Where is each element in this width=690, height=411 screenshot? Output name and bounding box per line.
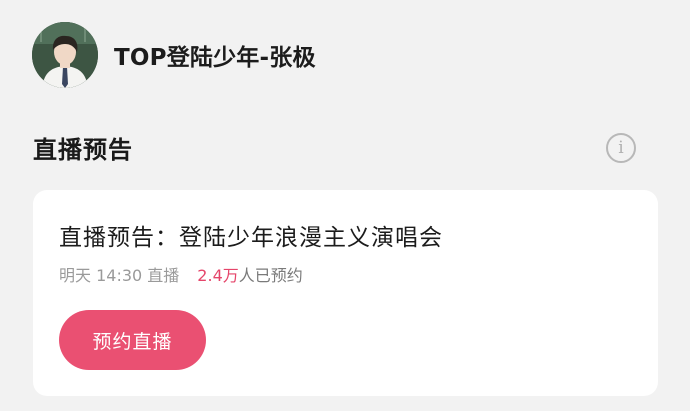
section-title: 直播预告	[33, 136, 133, 164]
live-preview-card[interactable]: 直播预告：登陆少年浪漫主义演唱会 明天 14:30 直播 2.4万人已预约 预约直…	[33, 190, 658, 396]
info-icon-glyph: i	[618, 137, 624, 158]
account-header[interactable]: TOP登陆少年-张极	[32, 20, 316, 90]
live-preview-meta: 明天 14:30 直播 2.4万人已预约	[59, 262, 303, 286]
avatar-image	[32, 22, 98, 88]
live-preview-title: 直播预告：登陆少年浪漫主义演唱会	[59, 225, 443, 251]
account-name[interactable]: TOP登陆少年-张极	[114, 38, 316, 72]
live-schedule: 明天 14:30 直播	[59, 266, 180, 285]
info-icon[interactable]: i	[606, 133, 636, 163]
avatar[interactable]	[32, 22, 98, 88]
reservation-suffix: 人已预约	[238, 266, 303, 285]
reservation-count: 2.4万	[197, 266, 239, 285]
reserve-live-button[interactable]: 预约直播	[59, 310, 206, 370]
